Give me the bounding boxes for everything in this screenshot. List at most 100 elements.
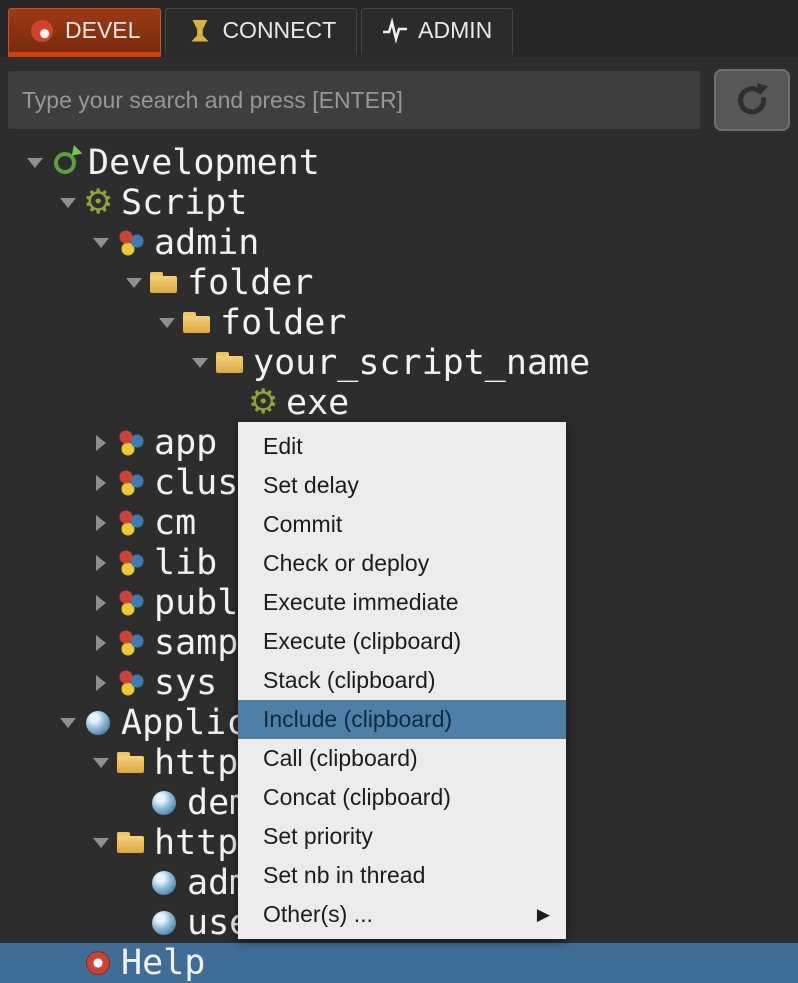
package-icon [116, 588, 146, 618]
globe-icon [83, 708, 113, 738]
menu-item-include-clipboard[interactable]: Include (clipboard) [238, 700, 566, 739]
tree-item-label: lib [154, 543, 217, 583]
menu-item-label: Stack (clipboard) [263, 667, 436, 694]
refresh-button[interactable] [714, 69, 790, 131]
refresh-icon [734, 81, 770, 120]
menu-item-label: Include (clipboard) [263, 706, 452, 733]
tree-item-folder[interactable]: folder [0, 303, 798, 343]
tab-admin[interactable]: ADMIN [361, 8, 513, 57]
package-icon [116, 628, 146, 658]
tab-devel-label: DEVEL [65, 17, 140, 44]
tree-item-label: admin [154, 223, 259, 263]
context-menu: Edit Set delay Commit Check or deploy Ex… [238, 422, 566, 939]
tree-item-help[interactable]: Help [0, 943, 798, 983]
menu-item-label: Execute immediate [263, 589, 459, 616]
package-icon [116, 228, 146, 258]
expander-open-icon[interactable] [185, 358, 215, 368]
tree-item-admin[interactable]: admin [0, 223, 798, 263]
tab-devel[interactable]: DEVEL [8, 8, 161, 57]
menu-item-execute-immediate[interactable]: Execute immediate [238, 583, 566, 622]
expander-open-icon[interactable] [20, 158, 50, 168]
package-icon [116, 428, 146, 458]
expander-open-icon[interactable] [53, 718, 83, 728]
tree-item-your-script-name[interactable]: your_script_name [0, 343, 798, 383]
menu-item-check-or-deploy[interactable]: Check or deploy [238, 544, 566, 583]
tree-item-exe[interactable]: exe [0, 383, 798, 423]
tree-item-folder[interactable]: folder [0, 263, 798, 303]
package-icon [116, 548, 146, 578]
menu-item-label: Set nb in thread [263, 862, 425, 889]
tree-item-label: Help [121, 943, 205, 983]
menu-item-label: Concat (clipboard) [263, 784, 451, 811]
tree-item-label: http [154, 743, 238, 783]
folder-icon [116, 828, 146, 858]
tree-item-label: Development [88, 143, 320, 183]
help-icon [83, 948, 113, 978]
menu-item-set-nb-in-thread[interactable]: Set nb in thread [238, 856, 566, 895]
expander-closed-icon[interactable] [86, 515, 116, 531]
submenu-arrow-icon: ▶ [537, 895, 550, 934]
menu-item-others[interactable]: Other(s) ... ▶ [238, 895, 566, 934]
tree-item-label: clus [154, 463, 238, 503]
menu-item-label: Call (clipboard) [263, 745, 418, 772]
menu-item-concat-clipboard[interactable]: Concat (clipboard) [238, 778, 566, 817]
tree-item-label: Applic [121, 703, 247, 743]
expander-closed-icon[interactable] [86, 675, 116, 691]
sync-icon [50, 148, 80, 178]
menu-item-label: Check or deploy [263, 550, 429, 577]
menu-item-label: Set delay [263, 472, 359, 499]
expander-open-icon[interactable] [152, 318, 182, 328]
menu-item-label: Commit [263, 511, 342, 538]
tree-item-development[interactable]: Development [0, 143, 798, 183]
tab-admin-label: ADMIN [418, 17, 492, 44]
tree-item-label: samp [154, 623, 238, 663]
menu-item-set-delay[interactable]: Set delay [238, 466, 566, 505]
expander-closed-icon[interactable] [86, 635, 116, 651]
package-icon [116, 668, 146, 698]
tab-connect[interactable]: CONNECT [165, 8, 357, 57]
tree-item-label: folder [220, 303, 346, 343]
menu-item-execute-clipboard[interactable]: Execute (clipboard) [238, 622, 566, 661]
menu-item-label: Set priority [263, 823, 373, 850]
menu-item-call-clipboard[interactable]: Call (clipboard) [238, 739, 566, 778]
tree-item-script[interactable]: Script [0, 183, 798, 223]
expander-open-icon[interactable] [119, 278, 149, 288]
menu-item-edit[interactable]: Edit [238, 427, 566, 466]
tree-item-label: app [154, 423, 217, 463]
menu-item-label: Other(s) ... [263, 901, 373, 928]
folder-icon [116, 748, 146, 778]
menu-item-set-priority[interactable]: Set priority [238, 817, 566, 856]
expander-open-icon[interactable] [86, 238, 116, 248]
tree-item-label: http [154, 823, 238, 863]
expander-open-icon[interactable] [86, 838, 116, 848]
expander-closed-icon[interactable] [86, 595, 116, 611]
search-input[interactable] [8, 71, 700, 129]
search-bar [8, 69, 790, 131]
expander-closed-icon[interactable] [86, 475, 116, 491]
menu-item-commit[interactable]: Commit [238, 505, 566, 544]
folder-icon [182, 308, 212, 338]
menu-item-stack-clipboard[interactable]: Stack (clipboard) [238, 661, 566, 700]
globe-icon [149, 908, 179, 938]
folder-icon [149, 268, 179, 298]
menu-item-label: Edit [263, 433, 303, 460]
tree-item-label: exe [286, 383, 349, 423]
tree-item-label: sys [154, 663, 217, 703]
connect-icon [186, 18, 212, 44]
tree-item-label: cm [154, 503, 196, 543]
expander-open-icon[interactable] [86, 758, 116, 768]
gear-icon [248, 388, 278, 418]
globe-icon [149, 868, 179, 898]
tree-item-label: publ [154, 583, 238, 623]
tree-item-label: your_script_name [253, 343, 590, 383]
tab-bar: DEVEL CONNECT ADMIN [0, 0, 798, 57]
tree-item-label: Script [121, 183, 247, 223]
folder-icon [215, 348, 245, 378]
expander-open-icon[interactable] [53, 198, 83, 208]
package-icon [116, 508, 146, 538]
package-icon [116, 468, 146, 498]
gear-icon [83, 188, 113, 218]
tab-connect-label: CONNECT [222, 17, 336, 44]
expander-closed-icon[interactable] [86, 435, 116, 451]
expander-closed-icon[interactable] [86, 555, 116, 571]
